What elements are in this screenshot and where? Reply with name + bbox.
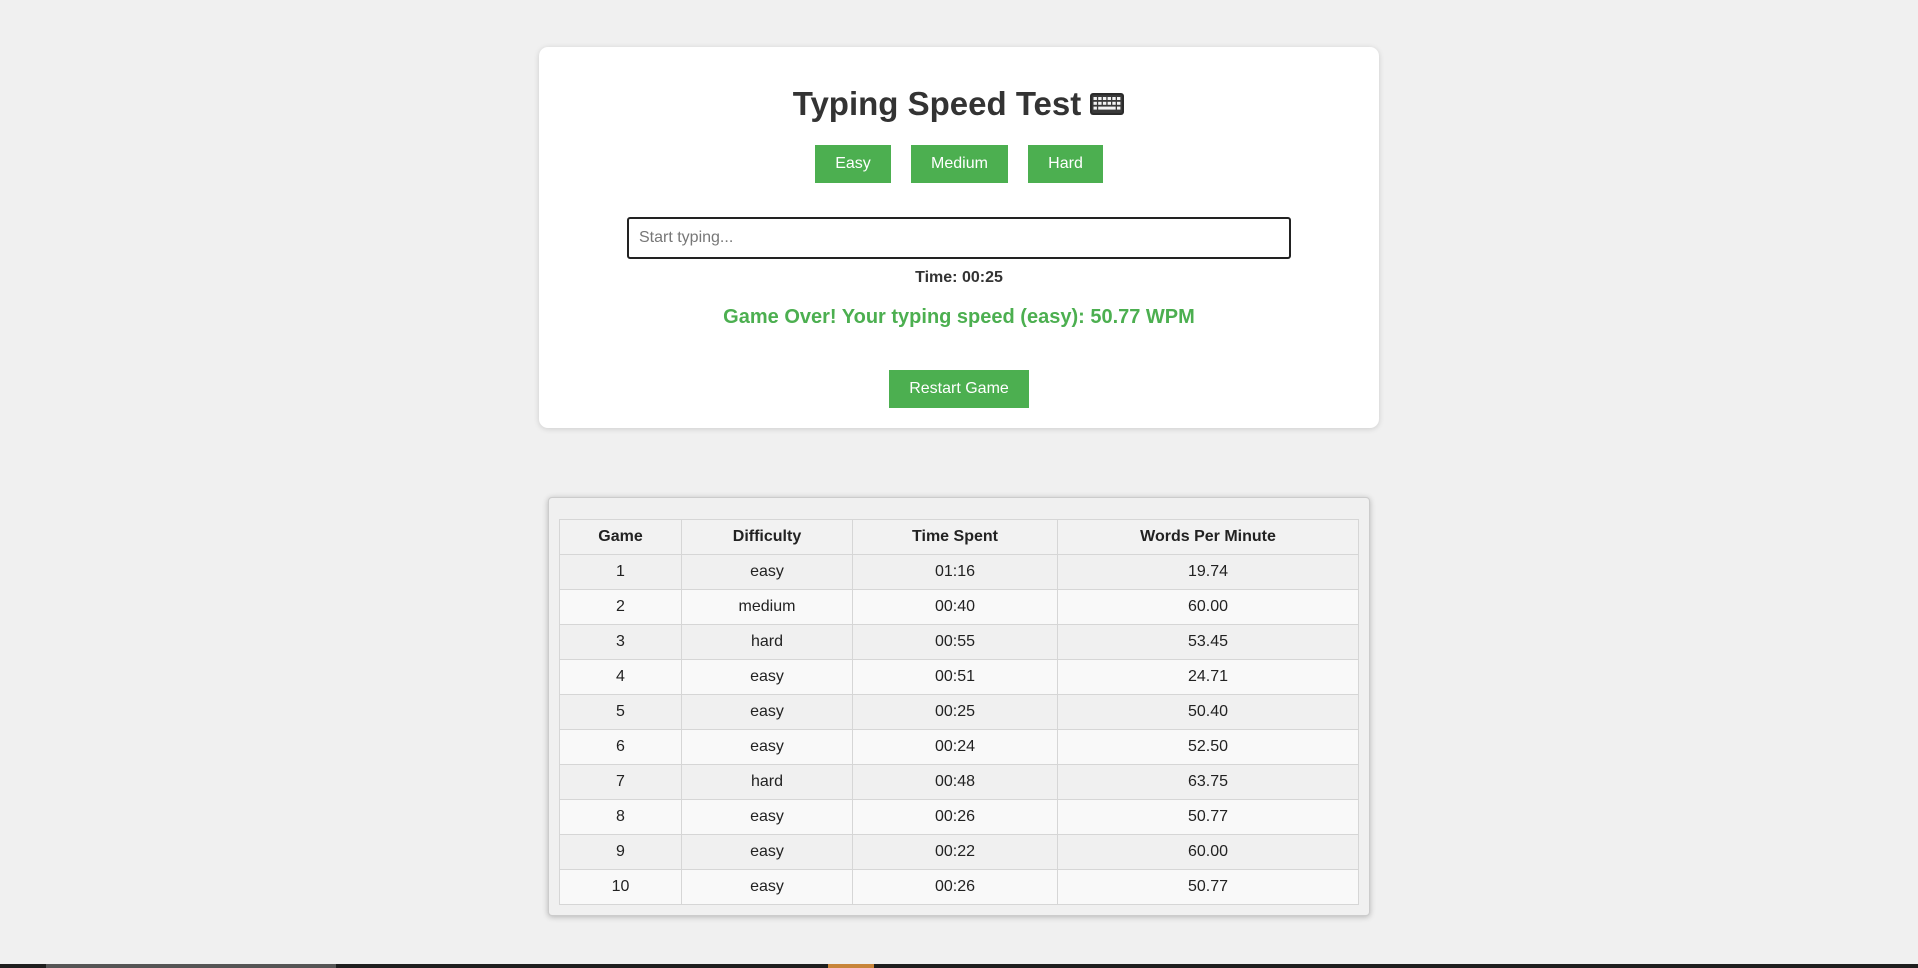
table-row: 3 hard 00:55 53.45 <box>559 624 1359 660</box>
cell-wpm: 50.77 <box>1057 869 1359 905</box>
cell-wpm: 50.77 <box>1057 799 1359 835</box>
cell-difficulty: hard <box>681 764 853 800</box>
cell-game: 10 <box>559 869 682 905</box>
cell-time-spent: 00:24 <box>852 729 1058 765</box>
cell-game: 4 <box>559 659 682 695</box>
cell-difficulty: easy <box>681 869 853 905</box>
table-row: 1 easy 01:16 19.74 <box>559 554 1359 590</box>
difficulty-selector: Easy Medium Hard <box>539 145 1379 183</box>
cell-time-spent: 00:22 <box>852 834 1058 870</box>
cell-difficulty: easy <box>681 659 853 695</box>
table-row: 8 easy 00:26 50.77 <box>559 799 1359 835</box>
cell-game: 3 <box>559 624 682 660</box>
cell-wpm: 60.00 <box>1057 589 1359 625</box>
page-title: Typing Speed Test <box>539 85 1379 123</box>
cell-difficulty: easy <box>681 729 853 765</box>
cell-time-spent: 00:25 <box>852 694 1058 730</box>
table-row: 4 easy 00:51 24.71 <box>559 659 1359 695</box>
column-header-difficulty: Difficulty <box>681 519 853 555</box>
cell-difficulty: easy <box>681 799 853 835</box>
cell-wpm: 50.40 <box>1057 694 1359 730</box>
cell-game: 6 <box>559 729 682 765</box>
restart-container: Restart Game <box>539 370 1379 408</box>
cell-difficulty: easy <box>681 834 853 870</box>
page-title-text: Typing Speed Test <box>792 85 1082 122</box>
cell-wpm: 24.71 <box>1057 659 1359 695</box>
taskbar-strip <box>0 964 1918 968</box>
cell-difficulty: easy <box>681 554 853 590</box>
cell-game: 5 <box>559 694 682 730</box>
table-row: 6 easy 00:24 52.50 <box>559 729 1359 765</box>
taskbar-segment <box>46 964 336 968</box>
cell-game: 9 <box>559 834 682 870</box>
keyboard-icon <box>1089 91 1125 117</box>
cell-difficulty: medium <box>681 589 853 625</box>
medium-button[interactable]: Medium <box>911 145 1008 183</box>
cell-time-spent: 00:40 <box>852 589 1058 625</box>
taskbar-segment <box>828 964 874 968</box>
table-row: 7 hard 00:48 63.75 <box>559 764 1359 800</box>
result-message: Game Over! Your typing speed (easy): 50.… <box>723 306 1195 328</box>
table-header-row: Game Difficulty Time Spent Words Per Min… <box>559 519 1359 555</box>
column-header-game: Game <box>559 519 682 555</box>
history-table: Game Difficulty Time Spent Words Per Min… <box>559 519 1359 905</box>
game-panel: Typing Speed Test Easy Medium Hard Start… <box>539 47 1379 428</box>
cell-time-spent: 00:48 <box>852 764 1058 800</box>
easy-button[interactable]: Easy <box>815 145 891 183</box>
column-header-wpm: Words Per Minute <box>1057 519 1359 555</box>
typing-input[interactable] <box>627 217 1291 259</box>
cell-time-spent: 00:26 <box>852 799 1058 835</box>
cell-wpm: 53.45 <box>1057 624 1359 660</box>
timer-display: Time: 00:25 <box>915 269 1003 286</box>
cell-game: 8 <box>559 799 682 835</box>
cell-game: 7 <box>559 764 682 800</box>
cell-difficulty: hard <box>681 624 853 660</box>
table-row: 5 easy 00:25 50.40 <box>559 694 1359 730</box>
restart-game-button[interactable]: Restart Game <box>889 370 1029 408</box>
history-panel: Game Difficulty Time Spent Words Per Min… <box>548 497 1370 916</box>
cell-game: 2 <box>559 589 682 625</box>
table-row: 2 medium 00:40 60.00 <box>559 589 1359 625</box>
cell-time-spent: 00:26 <box>852 869 1058 905</box>
table-row: 9 easy 00:22 60.00 <box>559 834 1359 870</box>
hard-button[interactable]: Hard <box>1028 145 1103 183</box>
column-header-time-spent: Time Spent <box>852 519 1058 555</box>
cell-wpm: 60.00 <box>1057 834 1359 870</box>
cell-game: 1 <box>559 554 682 590</box>
cell-difficulty: easy <box>681 694 853 730</box>
cell-wpm: 19.74 <box>1057 554 1359 590</box>
cell-time-spent: 00:55 <box>852 624 1058 660</box>
cell-wpm: 63.75 <box>1057 764 1359 800</box>
cell-wpm: 52.50 <box>1057 729 1359 765</box>
cell-time-spent: 00:51 <box>852 659 1058 695</box>
cell-time-spent: 01:16 <box>852 554 1058 590</box>
table-row: 10 easy 00:26 50.77 <box>559 869 1359 905</box>
